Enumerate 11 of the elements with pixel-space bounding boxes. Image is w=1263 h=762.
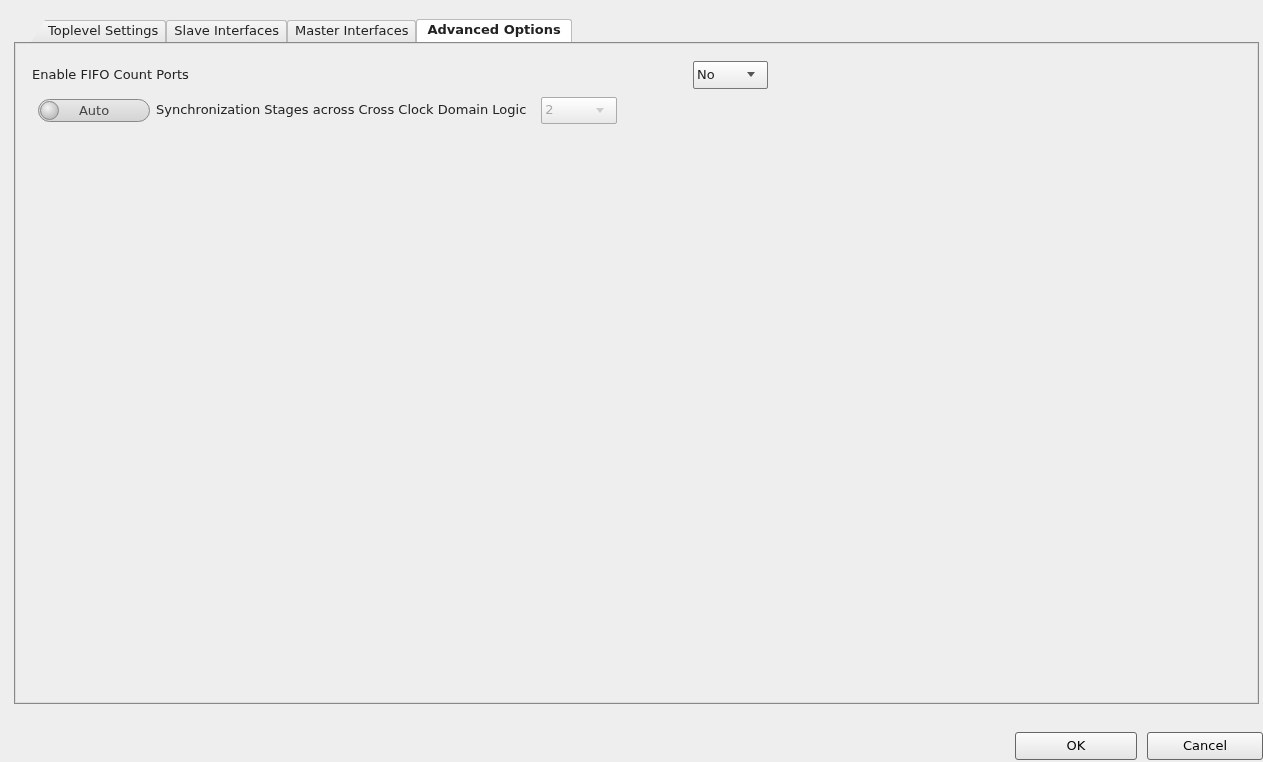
ok-button[interactable]: OK [1015, 732, 1137, 760]
tab[interactable]: Master Interfaces [286, 20, 417, 42]
caret-icon [596, 107, 605, 113]
tab[interactable]: Toplevel Settings [31, 20, 167, 42]
field-label: Synchronization Stages across Cross Clock Domain Logic [156, 101, 527, 120]
tab[interactable]: Slave Interfaces [166, 20, 287, 42]
cancel-button[interactable]: Cancel [1147, 732, 1263, 760]
dropdown[interactable]: No [693, 60, 768, 89]
tab[interactable]: Advanced Options [416, 19, 572, 42]
caret-icon [747, 72, 755, 77]
field-label: Enable FIFO Count Ports [32, 65, 190, 84]
